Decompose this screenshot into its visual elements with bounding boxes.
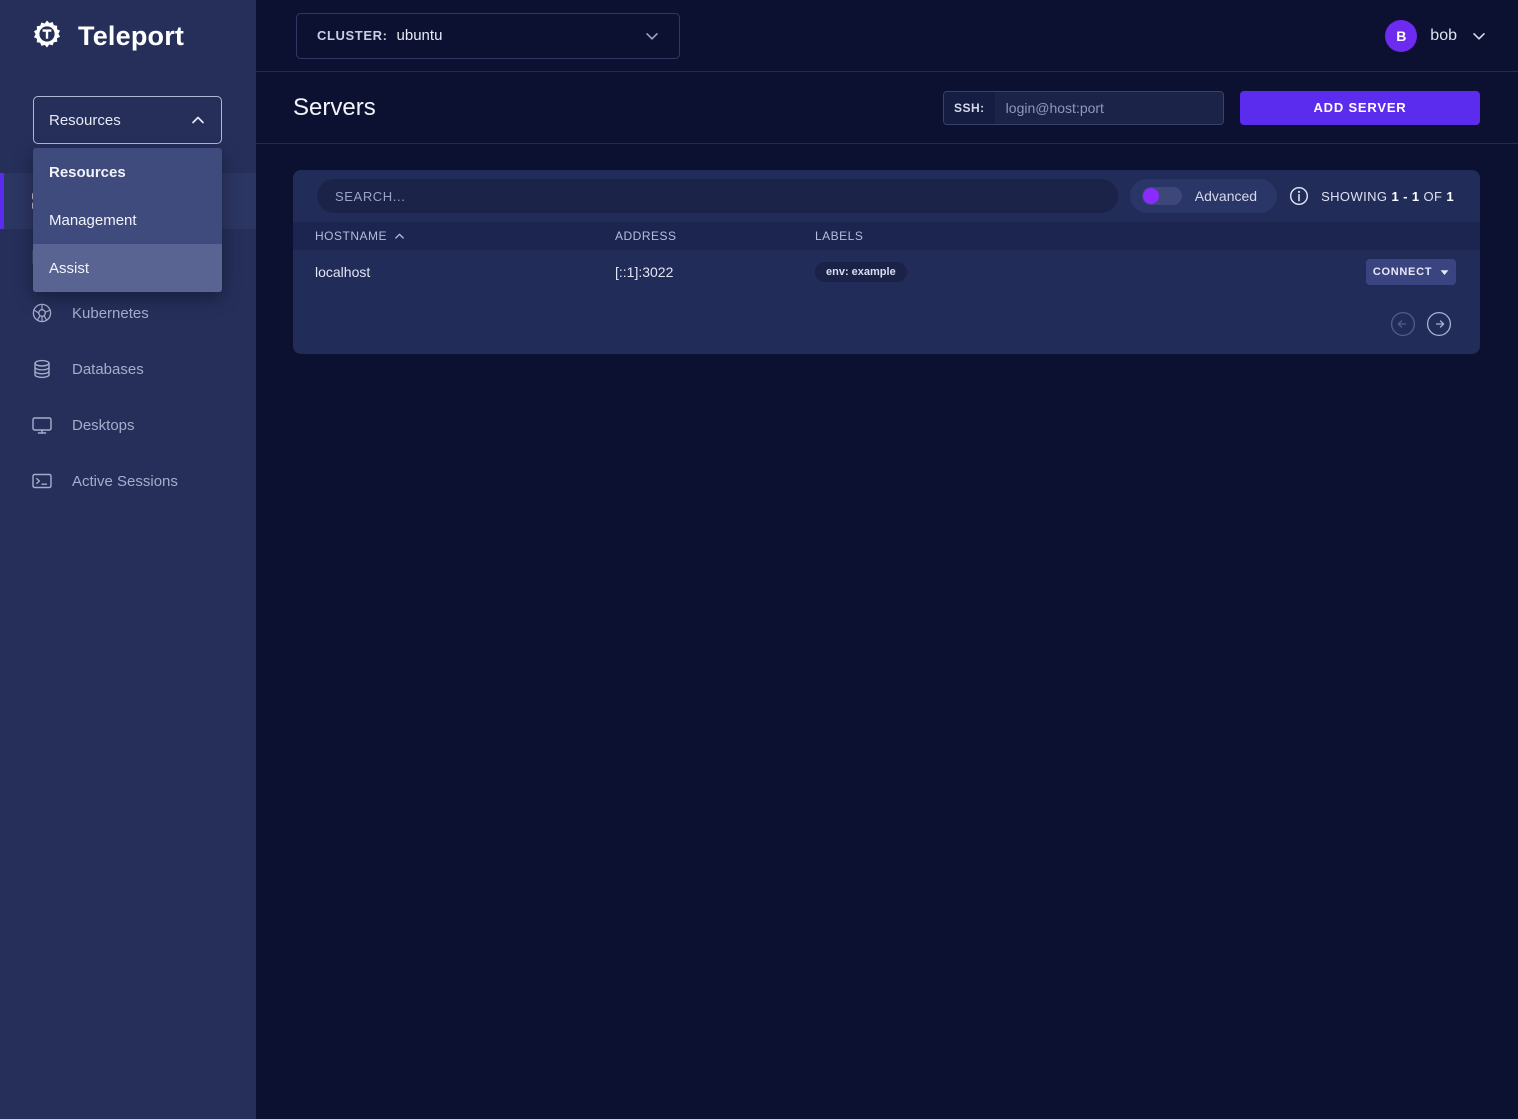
page-header-actions: SSH: ADD SERVER bbox=[943, 91, 1480, 125]
sidebar-item-label: Desktops bbox=[72, 417, 135, 434]
search-input[interactable] bbox=[335, 189, 1100, 204]
showing-count: SHOWING 1 - 1 OF 1 bbox=[1321, 189, 1454, 204]
search-box bbox=[317, 179, 1118, 213]
info-circle-icon[interactable] bbox=[1289, 186, 1309, 206]
cluster-selector[interactable]: CLUSTER: ubuntu bbox=[296, 13, 680, 59]
table-row[interactable]: localhost [::1]:3022 env: example CONNEC… bbox=[293, 250, 1480, 294]
sidebar-nav-selector[interactable]: Resources bbox=[33, 96, 222, 144]
sidebar-item-databases[interactable]: Databases bbox=[0, 341, 256, 397]
showing-middle: OF bbox=[1423, 189, 1442, 204]
chevron-down-icon bbox=[1470, 27, 1488, 45]
page-title: Servers bbox=[293, 94, 376, 122]
column-header-label: HOSTNAME bbox=[315, 229, 387, 243]
sidebar-item-desktops[interactable]: Desktops bbox=[0, 397, 256, 453]
connect-button[interactable]: CONNECT bbox=[1366, 259, 1456, 285]
desktop-icon bbox=[30, 413, 54, 437]
showing-range: 1 - 1 bbox=[1391, 189, 1419, 204]
cell-action: CONNECT bbox=[1340, 250, 1480, 294]
nav-menu-item-assist[interactable]: Assist bbox=[33, 244, 222, 292]
advanced-toggle[interactable]: Advanced bbox=[1130, 179, 1277, 213]
avatar: B bbox=[1385, 20, 1417, 52]
ssh-input[interactable] bbox=[995, 92, 1223, 124]
advanced-toggle-track bbox=[1142, 187, 1182, 205]
page-header: Servers SSH: ADD SERVER bbox=[256, 72, 1518, 144]
column-header-labels[interactable]: LABELS bbox=[793, 222, 1340, 250]
database-icon bbox=[30, 357, 54, 381]
add-server-button[interactable]: ADD SERVER bbox=[1240, 91, 1480, 125]
page-content: Advanced SHOWING 1 - 1 OF 1 bbox=[256, 144, 1518, 354]
ssh-label: SSH: bbox=[944, 92, 995, 124]
cluster-selector-text: CLUSTER: ubuntu bbox=[317, 27, 442, 44]
arrow-left-circle-icon[interactable] bbox=[1390, 311, 1416, 337]
user-name: bob bbox=[1430, 27, 1457, 45]
advanced-toggle-label: Advanced bbox=[1195, 188, 1257, 204]
teleport-gear-icon bbox=[30, 19, 64, 53]
nav-menu-item-management[interactable]: Management bbox=[33, 196, 222, 244]
column-header-action bbox=[1340, 222, 1480, 250]
cell-hostname: localhost bbox=[293, 250, 593, 294]
servers-card: Advanced SHOWING 1 - 1 OF 1 bbox=[293, 170, 1480, 354]
chevron-down-icon bbox=[643, 27, 661, 45]
showing-total: 1 bbox=[1446, 189, 1454, 204]
column-header-label: ADDRESS bbox=[615, 229, 677, 243]
cluster-value: ubuntu bbox=[397, 27, 443, 44]
avatar-initial: B bbox=[1396, 28, 1406, 44]
ssh-connect-box: SSH: bbox=[943, 91, 1224, 125]
nav-menu-item-label: Management bbox=[49, 212, 137, 229]
table-body: localhost [::1]:3022 env: example CONNEC… bbox=[293, 250, 1480, 294]
nav-menu-item-label: Resources bbox=[49, 164, 126, 181]
chevron-up-icon bbox=[189, 111, 207, 129]
brand: Teleport bbox=[0, 0, 256, 72]
sidebar-item-label: Kubernetes bbox=[72, 305, 149, 322]
column-header-address[interactable]: ADDRESS bbox=[593, 222, 793, 250]
sidebar: Teleport Resources Servers bbox=[0, 0, 256, 1119]
cell-labels: env: example bbox=[793, 250, 1340, 294]
main-area: CLUSTER: ubuntu B bob Servers bbox=[256, 0, 1518, 1119]
terminal-icon bbox=[30, 469, 54, 493]
connect-button-label: CONNECT bbox=[1373, 266, 1432, 278]
sidebar-item-active-sessions[interactable]: Active Sessions bbox=[0, 453, 256, 509]
arrow-right-circle-icon[interactable] bbox=[1426, 311, 1452, 337]
caret-up-icon bbox=[394, 231, 405, 242]
user-menu[interactable]: B bob bbox=[1385, 20, 1488, 52]
column-header-hostname[interactable]: HOSTNAME bbox=[293, 222, 593, 250]
table-header-row: HOSTNAME ADDRESS LABELS bbox=[293, 222, 1480, 250]
table-head: HOSTNAME ADDRESS LABELS bbox=[293, 222, 1480, 250]
kubernetes-icon bbox=[30, 301, 54, 325]
label-chip[interactable]: env: example bbox=[815, 262, 907, 282]
showing-prefix: SHOWING bbox=[1321, 189, 1387, 204]
top-bar: CLUSTER: ubuntu B bob bbox=[256, 0, 1518, 72]
brand-name: Teleport bbox=[78, 21, 184, 52]
cell-address: [::1]:3022 bbox=[593, 250, 793, 294]
app-root: Teleport Resources Servers bbox=[0, 0, 1518, 1119]
servers-table: HOSTNAME ADDRESS LABELS bbox=[293, 222, 1480, 294]
table-toolbar: Advanced SHOWING 1 - 1 OF 1 bbox=[293, 170, 1480, 222]
sidebar-item-kubernetes[interactable]: Kubernetes bbox=[0, 285, 256, 341]
column-header-label: LABELS bbox=[815, 229, 863, 243]
sidebar-nav-dropdown-menu: Resources Management Assist bbox=[33, 148, 222, 292]
nav-menu-item-label: Assist bbox=[49, 260, 89, 277]
sidebar-item-label: Databases bbox=[72, 361, 144, 378]
triangle-down-icon bbox=[1440, 269, 1449, 276]
nav-menu-item-resources[interactable]: Resources bbox=[33, 148, 222, 196]
cluster-label: CLUSTER: bbox=[317, 28, 388, 43]
sidebar-item-label: Active Sessions bbox=[72, 473, 178, 490]
pagination bbox=[293, 294, 1480, 354]
advanced-toggle-knob bbox=[1143, 188, 1159, 204]
sidebar-nav-selector-label: Resources bbox=[49, 112, 121, 129]
